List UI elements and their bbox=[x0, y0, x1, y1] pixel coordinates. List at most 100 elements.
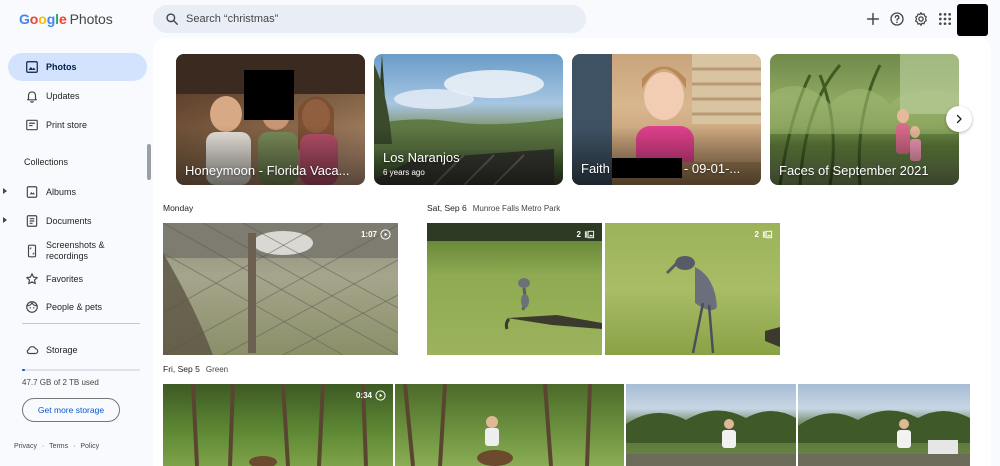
video-duration-badge: 1:07 bbox=[361, 229, 391, 240]
sidebar-item-updates[interactable]: Updates bbox=[8, 82, 147, 110]
photo-thumbnail[interactable]: 2 bbox=[605, 223, 780, 355]
burst-count: 2 bbox=[754, 230, 759, 239]
logo-photos-text: Photos bbox=[69, 11, 113, 27]
footer-separator: · bbox=[41, 443, 45, 450]
photo-thumbnail[interactable] bbox=[395, 384, 624, 466]
sidebar-item-albums[interactable]: Albums bbox=[3, 178, 147, 206]
document-icon bbox=[26, 215, 38, 227]
photo-image bbox=[626, 410, 796, 466]
memory-title: Faces of September 2021 bbox=[779, 163, 929, 178]
redaction-block bbox=[611, 158, 682, 178]
photo-image bbox=[403, 384, 592, 466]
date-label: Fri, Sep 5 bbox=[163, 364, 200, 374]
storage-usage-fill bbox=[22, 369, 25, 371]
photo-grid-panel: Honeymoon - Florida Vaca... Los Naranjos… bbox=[153, 38, 991, 466]
account-avatar[interactable] bbox=[957, 4, 988, 36]
memory-card[interactable]: Faith - 09-01-... bbox=[572, 54, 761, 185]
date-group-header[interactable]: Sat, Sep 6 Munroe Falls Metro Park bbox=[427, 203, 560, 213]
photo-image bbox=[798, 410, 970, 466]
help-icon[interactable] bbox=[889, 11, 905, 27]
collections-heading: Collections bbox=[24, 157, 69, 167]
face-icon bbox=[26, 301, 38, 313]
location-label: Munroe Falls Metro Park bbox=[472, 204, 561, 213]
expand-caret-icon[interactable] bbox=[3, 217, 7, 223]
memory-title: Los Naranjos bbox=[383, 150, 460, 165]
photo-image bbox=[163, 223, 398, 355]
privacy-link[interactable]: Privacy bbox=[14, 443, 37, 450]
memory-title-name: Faith bbox=[581, 161, 610, 176]
policy-link[interactable]: Policy bbox=[80, 443, 99, 450]
burst-stack-icon bbox=[762, 230, 773, 239]
memory-subtitle: 6 years ago bbox=[383, 168, 425, 177]
cloud-icon bbox=[26, 346, 39, 355]
burst-count-badge: 2 bbox=[755, 229, 773, 240]
photo-thumbnail[interactable] bbox=[626, 384, 796, 466]
sidebar-divider bbox=[22, 323, 140, 324]
bell-icon bbox=[27, 91, 37, 103]
sidebar-item-photos[interactable]: Photos bbox=[8, 53, 147, 81]
album-icon bbox=[26, 186, 38, 198]
photo-thumbnail[interactable]: 1:07 bbox=[163, 223, 398, 355]
memory-card[interactable]: Los Naranjos 6 years ago bbox=[374, 54, 563, 185]
search-input[interactable] bbox=[186, 5, 576, 33]
burst-count-badge: 2 bbox=[577, 229, 595, 240]
get-more-storage-button[interactable]: Get more storage bbox=[22, 398, 120, 422]
sidebar: Photos Updates Print store Collections A… bbox=[0, 44, 153, 466]
location-label: Green bbox=[205, 365, 229, 374]
photo-thumbnail[interactable]: 0:34 bbox=[163, 384, 393, 466]
sidebar-item-label: Updates bbox=[46, 90, 80, 101]
video-duration: 1:07 bbox=[360, 230, 377, 239]
photo-thumbnail[interactable]: 2 bbox=[427, 223, 602, 355]
print-store-icon bbox=[26, 119, 38, 131]
screenshot-icon bbox=[27, 244, 37, 258]
settings-gear-icon[interactable] bbox=[913, 11, 929, 27]
footer-links: Privacy · Terms · Policy bbox=[14, 443, 99, 450]
photo-image bbox=[665, 256, 780, 354]
memory-title: Honeymoon - Florida Vaca... bbox=[185, 163, 350, 178]
sidebar-item-label: Albums bbox=[46, 186, 77, 197]
memory-shade bbox=[374, 54, 563, 185]
photo-icon bbox=[26, 61, 38, 73]
sidebar-item-favorites[interactable]: Favorites bbox=[8, 265, 147, 293]
play-circle-icon bbox=[380, 229, 391, 240]
sidebar-item-label: Favorites bbox=[46, 273, 84, 284]
photo-thumbnail[interactable] bbox=[798, 384, 970, 466]
sidebar-item-label: People & pets bbox=[46, 301, 103, 312]
sidebar-item-label: Photos bbox=[46, 61, 77, 72]
sidebar-item-label: Screenshots & recordings bbox=[46, 240, 105, 261]
storage-usage-text: 47.7 GB of 2 TB used bbox=[22, 378, 99, 387]
memory-title: Faith - 09-01-... bbox=[581, 158, 740, 178]
sidebar-item-print-store[interactable]: Print store bbox=[8, 111, 147, 139]
plus-icon[interactable] bbox=[865, 11, 881, 27]
video-duration-badge: 0:34 bbox=[356, 390, 386, 401]
search-bar[interactable] bbox=[153, 5, 586, 33]
sidebar-item-screenshots[interactable]: Screenshots & recordings bbox=[8, 236, 147, 266]
play-circle-icon bbox=[375, 390, 386, 401]
storage-usage-bar bbox=[22, 369, 140, 371]
burst-count: 2 bbox=[576, 230, 581, 239]
sidebar-item-label: Documents bbox=[46, 215, 92, 226]
memory-card[interactable]: Faces of September 2021 bbox=[770, 54, 959, 185]
sidebar-item-storage[interactable]: Storage bbox=[8, 336, 147, 364]
photo-image bbox=[427, 223, 602, 330]
chevron-right-icon bbox=[956, 114, 962, 124]
logo-google-text: Google bbox=[19, 11, 67, 27]
search-icon[interactable] bbox=[165, 12, 179, 26]
burst-stack-icon bbox=[584, 230, 595, 239]
date-label: Monday bbox=[163, 203, 194, 213]
video-duration: 0:34 bbox=[355, 391, 372, 400]
sidebar-item-people-pets[interactable]: People & pets bbox=[8, 293, 147, 321]
date-group-header[interactable]: Monday bbox=[163, 203, 193, 213]
expand-caret-icon[interactable] bbox=[3, 188, 7, 194]
sidebar-item-label: Print store bbox=[46, 119, 88, 130]
date-group-header[interactable]: Fri, Sep 5 Green bbox=[163, 364, 228, 374]
google-photos-logo[interactable]: Google Photos bbox=[19, 11, 113, 27]
terms-link[interactable]: Terms bbox=[49, 443, 68, 450]
sidebar-item-label: Storage bbox=[46, 344, 78, 355]
apps-grid-icon[interactable] bbox=[937, 11, 953, 27]
carousel-next-button[interactable] bbox=[946, 106, 972, 132]
memory-card[interactable]: Honeymoon - Florida Vaca... bbox=[176, 54, 365, 185]
sidebar-item-documents[interactable]: Documents bbox=[3, 207, 147, 235]
sidebar-scrollbar[interactable] bbox=[147, 144, 151, 180]
footer-separator: · bbox=[73, 443, 76, 450]
